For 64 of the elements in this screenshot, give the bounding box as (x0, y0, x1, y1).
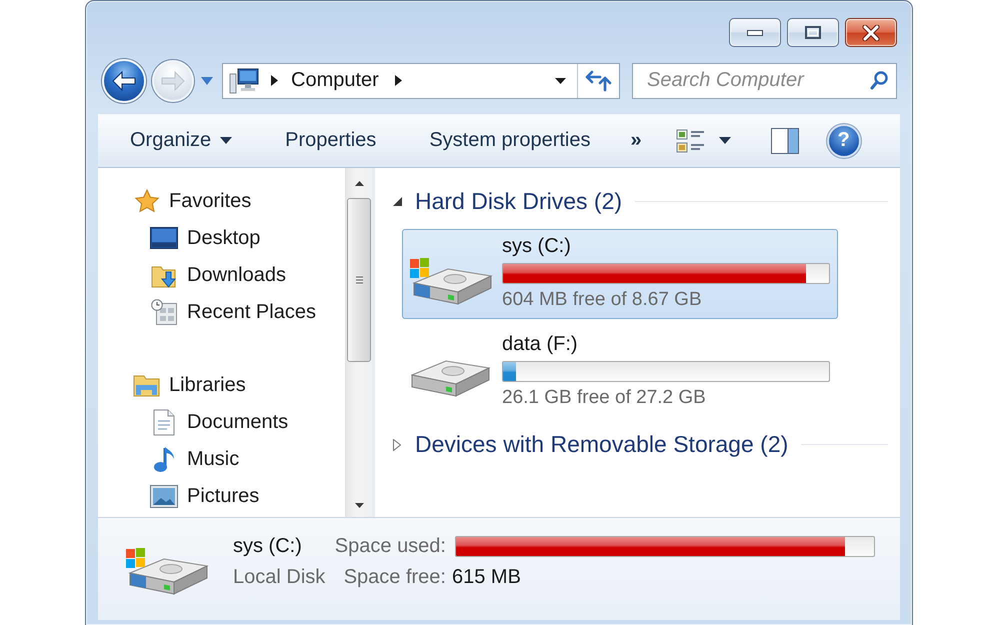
maximize-icon (805, 26, 821, 39)
picture-icon (150, 484, 178, 508)
scroll-down-arrow-icon[interactable] (354, 503, 364, 508)
menu-button[interactable]: Organize (120, 122, 242, 160)
close-button[interactable] (845, 18, 897, 47)
breadcrumb-arrow-icon[interactable] (394, 75, 402, 86)
hard-drive-icon (125, 547, 209, 595)
desktop-icon (150, 227, 178, 250)
sidebar-item[interactable]: Libraries (98, 366, 253, 404)
drive-name: sys (C:) (502, 234, 571, 258)
library-folder-icon (133, 374, 160, 397)
search-icon[interactable] (870, 70, 888, 91)
back-arrow-icon (111, 70, 137, 92)
caret-icon[interactable] (201, 76, 213, 85)
overflow-button[interactable]: » (620, 122, 652, 160)
sidebar-item[interactable]: Music (98, 440, 246, 478)
back-button[interactable] (102, 58, 146, 103)
field-label: Space free: (344, 566, 446, 588)
address-bar[interactable]: Computer (222, 62, 620, 99)
views-icon (676, 128, 706, 153)
drive-name: sys (C:) (233, 534, 303, 558)
drive-free-space: 26.1 GB free of 27.2 GB (502, 386, 706, 410)
drive-tile[interactable]: sys (C:) 604 MB free of 8.67 GB (402, 228, 838, 319)
recent-places-icon (151, 299, 177, 326)
hard-drive-icon (409, 256, 493, 305)
sidebar-item[interactable]: Documents (98, 404, 296, 441)
hard-drive-icon (411, 360, 491, 398)
group-header: Hard Disk Drives (2) (415, 188, 622, 216)
sidebar-item[interactable]: Pictures (98, 478, 266, 515)
minimize-button[interactable] (729, 18, 781, 47)
search-field[interactable]: Search Computer (632, 62, 897, 99)
music-note-icon (153, 446, 175, 473)
toolbar-button[interactable]: System properties (419, 122, 600, 160)
close-icon (862, 24, 880, 40)
drive-free-space: 604 MB free of 8.67 GB (502, 288, 702, 312)
scrollbar-thumb[interactable] (347, 198, 371, 362)
breadcrumb-segment[interactable]: Computer (291, 69, 379, 92)
scrollbar[interactable] (345, 168, 372, 517)
grip-icon (356, 276, 362, 284)
preview-pane-icon (770, 128, 799, 154)
maximize-button[interactable] (787, 18, 839, 47)
document-icon (153, 408, 175, 436)
group-header: Devices with Removable Storage (2) (415, 431, 788, 458)
toolbar-button[interactable]: Properties (275, 122, 386, 160)
drive-tile[interactable]: data (F:) 26.1 GB free of 27.2 GB (402, 326, 838, 417)
refresh-icon (585, 69, 612, 92)
field-label: Space used: (334, 534, 446, 558)
caret-icon (220, 137, 232, 144)
sidebar-item[interactable]: Recent Places (98, 294, 323, 331)
scroll-up-arrow-icon[interactable] (354, 180, 364, 186)
computer-icon (229, 68, 259, 94)
field-value: 615 MB (452, 566, 521, 588)
sidebar-item[interactable]: Favorites (98, 182, 258, 220)
star-icon (134, 188, 160, 214)
breadcrumb-arrow-icon[interactable] (271, 75, 278, 86)
forward-arrow-icon (160, 70, 186, 92)
sidebar-item[interactable]: Downloads (98, 256, 293, 294)
sidebar-item[interactable]: Desktop (98, 220, 268, 257)
drive-name: data (F:) (502, 332, 578, 356)
drive-type: Local Disk (233, 566, 326, 588)
minimize-icon (747, 30, 763, 36)
expander-icon[interactable] (392, 197, 402, 206)
dropdown-caret-icon (554, 78, 566, 84)
caret-icon (718, 137, 731, 144)
